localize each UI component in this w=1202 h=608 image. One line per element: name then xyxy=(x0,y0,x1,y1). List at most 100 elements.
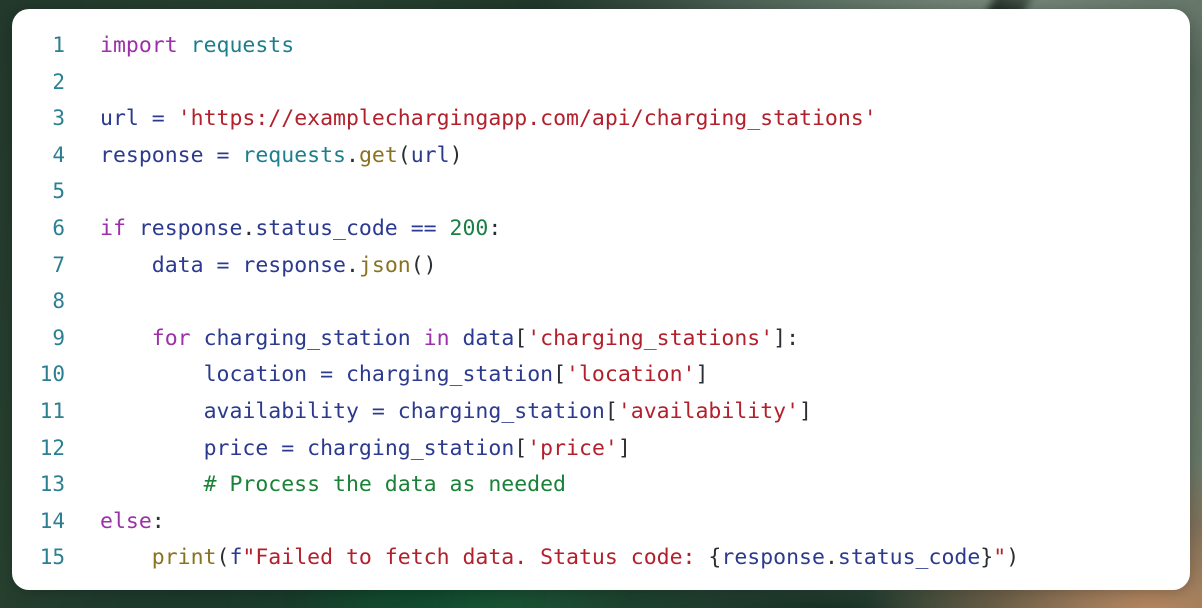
code-token: [ xyxy=(514,325,528,351)
code-token: price xyxy=(203,435,269,461)
code-line[interactable]: 12 price = charging_station['price'] xyxy=(12,430,1190,467)
code-line-content[interactable]: price = charging_station['price'] xyxy=(65,431,1190,468)
code-token: " xyxy=(993,545,1007,571)
code-line[interactable]: 5 xyxy=(12,173,1190,210)
code-token: f xyxy=(229,545,243,571)
line-number: 1 xyxy=(52,33,65,57)
code-token: ) xyxy=(1006,545,1020,571)
code-line[interactable]: 9 for charging_station in data['charging… xyxy=(12,320,1190,357)
line-number: 5 xyxy=(52,179,65,204)
code-line[interactable]: 15 print(f"Failed to fetch data. Status … xyxy=(12,539,1190,576)
code-token: 'price' xyxy=(527,435,618,461)
code-token: charging_station xyxy=(345,362,554,388)
code-token: ( xyxy=(216,545,230,571)
code-token: response xyxy=(721,545,825,571)
code-line-content[interactable]: response = requests.get(url) xyxy=(65,138,1190,175)
code-token: in xyxy=(423,325,450,351)
line-number: 6 xyxy=(52,215,65,240)
code-token: 'https://examplechargingapp.com/api/char… xyxy=(177,106,877,132)
code-line[interactable]: 8 xyxy=(12,283,1190,320)
code-line[interactable]: 6 if response.status_code == 200: xyxy=(12,210,1190,247)
code-token: ( xyxy=(397,142,411,168)
code-token: = xyxy=(320,362,334,388)
code-token: data xyxy=(462,325,515,351)
line-number: 9 xyxy=(52,325,65,350)
code-token: = xyxy=(151,106,165,132)
code-token: status_code xyxy=(837,545,981,571)
code-line-content[interactable]: data = response.json() xyxy=(65,248,1190,285)
code-token: 'location' xyxy=(566,362,696,388)
code-line[interactable]: 3 url = 'https://examplechargingapp.com/a… xyxy=(12,100,1190,137)
code-line-content[interactable]: # Process the data as needed xyxy=(65,467,1190,504)
code-token: url xyxy=(410,142,450,168)
code-token: get xyxy=(358,142,398,168)
code-token: = xyxy=(216,142,230,168)
code-token: . xyxy=(345,252,359,278)
code-line-content[interactable]: location = charging_station['location'] xyxy=(65,357,1190,394)
code-token: charging_station xyxy=(307,435,515,461)
code-line-content[interactable]: for charging_station in data['charging_s… xyxy=(65,321,1190,358)
code-token: json xyxy=(358,252,411,278)
code-line[interactable]: 14 else: xyxy=(12,503,1190,540)
code-token: . xyxy=(242,215,256,241)
line-number: 10 xyxy=(39,362,65,387)
code-snippet-card: 1 import requests 2 3 url = 'https://example… xyxy=(12,9,1190,590)
code-line-content[interactable]: print(f"Failed to fetch data. Status cod… xyxy=(65,540,1190,577)
line-number: 3 xyxy=(52,106,65,131)
code-token: == xyxy=(410,215,437,241)
code-token: 200 xyxy=(449,215,489,241)
line-number: 4 xyxy=(52,142,65,167)
screenshot-root: 1 import requests 2 3 url = 'https://example… xyxy=(0,0,1202,608)
line-number: 11 xyxy=(39,398,65,423)
code-token: ] xyxy=(695,362,709,388)
code-token: : xyxy=(151,508,165,534)
code-token: [ xyxy=(604,398,618,424)
code-token: { xyxy=(708,545,722,571)
code-token: . xyxy=(824,545,838,571)
code-line[interactable]: 11 availability = charging_station['avai… xyxy=(12,393,1190,430)
code-token: 'availability' xyxy=(617,398,800,424)
code-line-content[interactable]: availability = charging_station['availab… xyxy=(65,394,1190,431)
code-token: url xyxy=(100,106,139,132)
line-number: 13 xyxy=(39,472,65,497)
code-line-content[interactable]: if response.status_code == 200: xyxy=(65,211,1190,248)
code-line[interactable]: 13 # Process the data as needed xyxy=(12,466,1190,503)
code-line-content[interactable]: else: xyxy=(65,504,1190,541)
line-number: 2 xyxy=(52,69,65,94)
code-token: status_code xyxy=(255,215,398,241)
code-token: ] xyxy=(799,398,812,424)
code-token: "Failed to fetch data. Status code: xyxy=(242,545,709,571)
code-line[interactable]: 2 xyxy=(12,64,1190,101)
code-token: for xyxy=(151,325,191,351)
code-editor[interactable]: 1 import requests 2 3 url = 'https://example… xyxy=(12,27,1190,576)
code-line-content[interactable]: url = 'https://examplechargingapp.com/ap… xyxy=(65,101,1190,138)
code-line[interactable]: 7 data = response.json() xyxy=(12,247,1190,284)
code-line[interactable]: 1 import requests xyxy=(12,27,1190,64)
line-number: 12 xyxy=(39,435,65,460)
code-token: availability xyxy=(203,398,359,424)
code-token: () xyxy=(410,252,437,278)
code-line-content[interactable]: import requests xyxy=(65,28,1190,65)
line-number: 15 xyxy=(39,545,65,570)
code-token: response xyxy=(138,215,243,241)
code-line[interactable]: 4 response = requests.get(url) xyxy=(12,137,1190,174)
code-token: print xyxy=(151,545,217,571)
code-line[interactable]: 10 location = charging_station['location… xyxy=(12,356,1190,393)
code-token: import xyxy=(100,33,178,58)
